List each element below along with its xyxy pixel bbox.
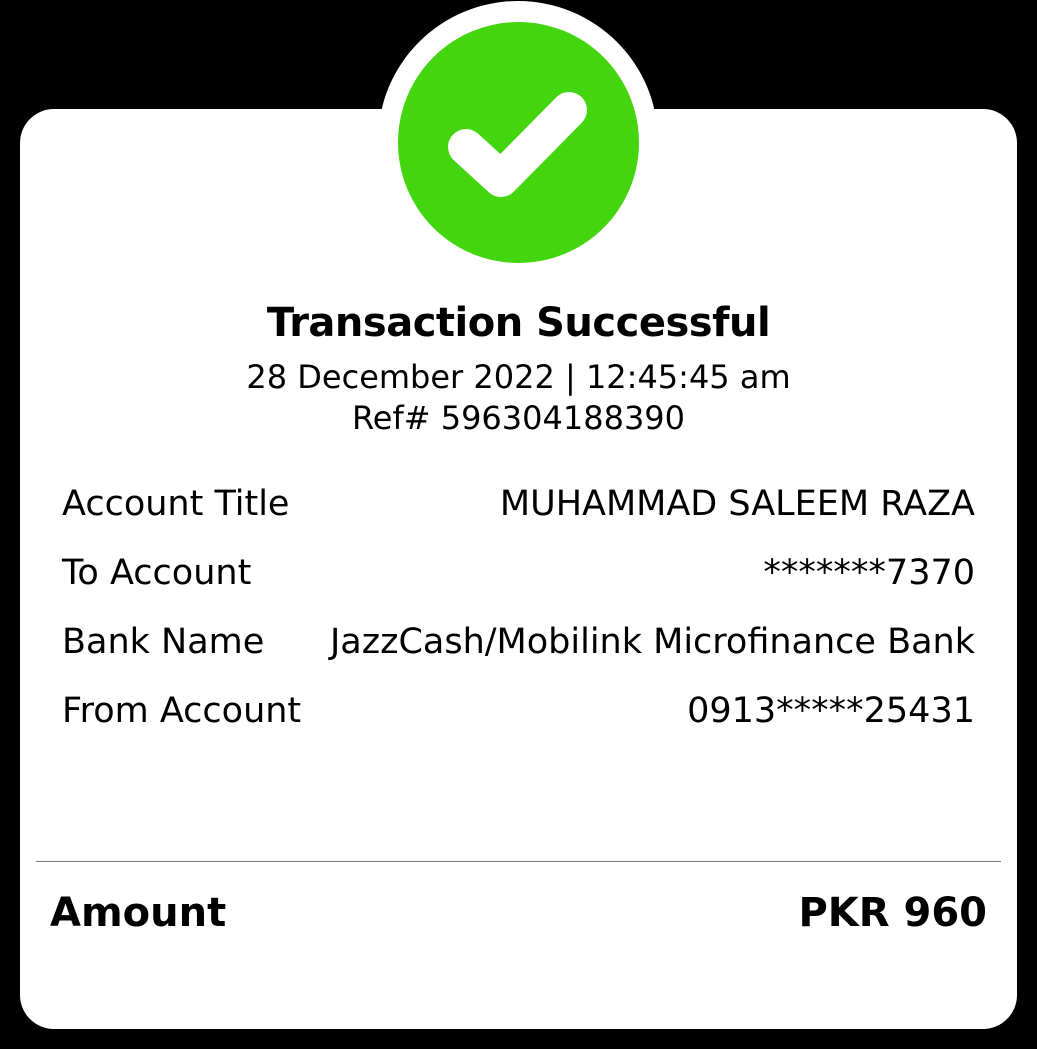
to-account-label: To Account: [62, 553, 252, 593]
to-account-value: *******7370: [763, 553, 975, 593]
transaction-reference: Ref# 596304188390: [351, 399, 686, 437]
amount-divider: [36, 861, 1001, 862]
bank-name-label: Bank Name: [62, 622, 265, 662]
account-title-value: MUHAMMAD SALEEM RAZA: [499, 484, 975, 524]
checkmark-icon: [448, 92, 587, 197]
status-title: Transaction Successful: [266, 300, 771, 346]
check-circle-icon: [398, 22, 639, 263]
transaction-datetime: 28 December 2022 | 12:45:45 am: [246, 358, 791, 396]
account-title-label: Account Title: [62, 484, 290, 524]
amount-value: PKR 960: [798, 890, 987, 936]
bank-name-value: JazzCash/Mobilink Microfinance Bank: [329, 622, 975, 662]
from-account-label: From Account: [62, 691, 302, 731]
receipt-screen: Transaction Successful 28 December 2022 …: [0, 0, 1037, 1049]
amount-label: Amount: [50, 890, 227, 936]
from-account-value: 0913*****25431: [687, 691, 975, 731]
